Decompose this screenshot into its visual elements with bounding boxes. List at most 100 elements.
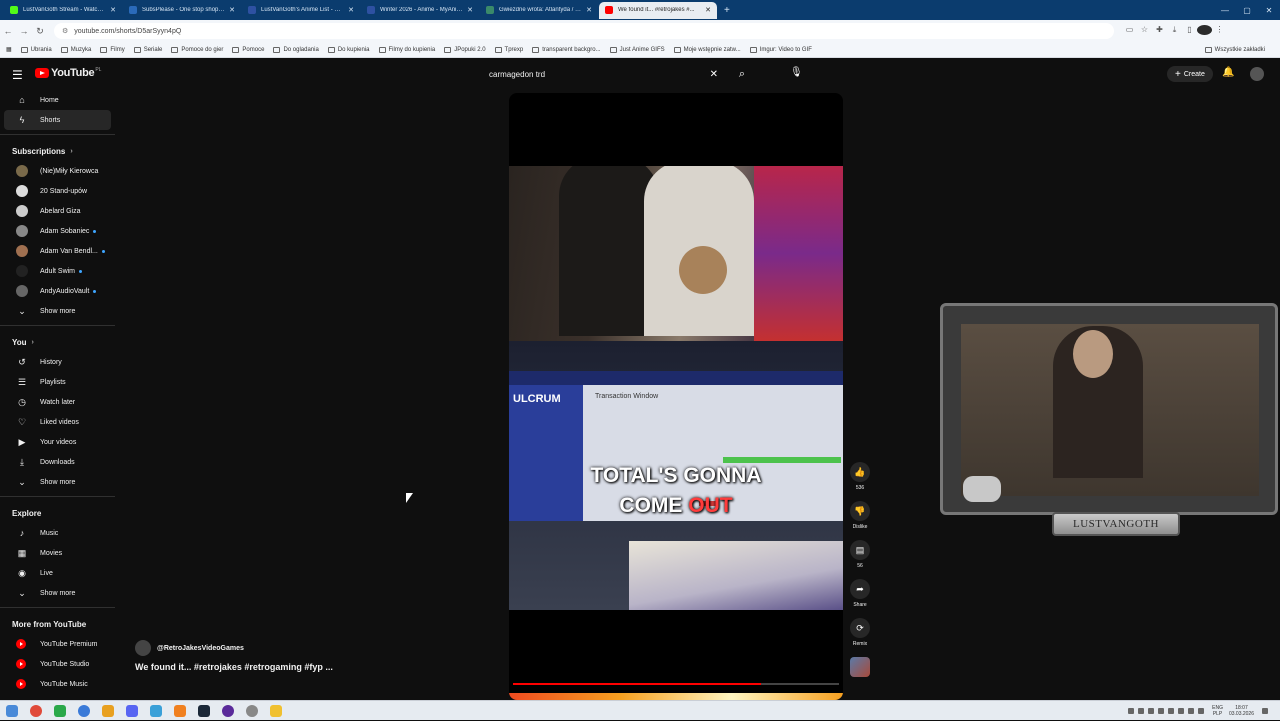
- explorer-taskbar-icon[interactable]: [270, 704, 282, 717]
- bookmark-item[interactable]: Pomoce do gier: [171, 46, 223, 53]
- sidebar-item-downloads[interactable]: ⤓ Downloads: [4, 452, 111, 472]
- language-indicator[interactable]: ENG PLP: [1212, 705, 1223, 717]
- channel-link[interactable]: @RetroJakesVideoGames: [135, 640, 333, 656]
- extensions-icon[interactable]: ✚: [1152, 25, 1167, 37]
- sidebar-item-movies[interactable]: ▦ Movies: [4, 543, 111, 563]
- sound-thumbnail[interactable]: [850, 657, 870, 677]
- sidebar-item-your-videos[interactable]: ▶ Your videos: [4, 432, 111, 452]
- search-icon[interactable]: ⌕: [730, 68, 754, 81]
- edge-taskbar-icon[interactable]: [78, 704, 90, 717]
- dislike-icon[interactable]: 👎: [850, 501, 870, 521]
- search-input[interactable]: carmagedon trd: [482, 70, 710, 79]
- tab-close-icon[interactable]: ✕: [586, 6, 592, 14]
- obs-taskbar-icon[interactable]: [222, 704, 234, 717]
- browser-tab[interactable]: SubsPlease - One stop shop fo... ✕: [123, 2, 241, 19]
- chrome-taskbar-icon[interactable]: [30, 704, 42, 717]
- channel-name[interactable]: @RetroJakesVideoGames: [157, 645, 244, 652]
- downloads-icon[interactable]: ⤓: [1167, 25, 1182, 37]
- sidebar-item-live[interactable]: ◉ Live: [4, 563, 111, 583]
- subscription-item[interactable]: Adam Sobaniec: [4, 221, 111, 241]
- url-field[interactable]: ⚙ youtube.com/shorts/D5arSyyn4pQ: [54, 23, 1114, 39]
- notification-center-icon[interactable]: [1262, 708, 1268, 714]
- browser-tab[interactable]: LustVanGoth Stream - Watch L... ✕: [4, 2, 122, 19]
- channel-avatar[interactable]: [135, 640, 151, 656]
- bookmark-item[interactable]: Muzyka: [60, 46, 91, 53]
- tray-icon[interactable]: [1138, 708, 1145, 714]
- browser-tab[interactable]: LustVanGoth's Anime List - My... ✕: [242, 2, 360, 19]
- bookmark-item[interactable]: Do ogladania: [273, 46, 319, 53]
- sidebar-item-music[interactable]: ♪ Music: [4, 523, 111, 543]
- shorts-player[interactable]: ULCRUM Transaction Window TOTAL'S GONNA …: [509, 93, 843, 700]
- bookmark-item[interactable]: Filmy do kupienia: [378, 46, 435, 53]
- app-taskbar-icon[interactable]: [54, 704, 66, 717]
- app2-taskbar-icon[interactable]: [102, 704, 114, 717]
- remix-icon[interactable]: ⟳: [850, 618, 870, 638]
- app3-taskbar-icon[interactable]: [150, 704, 162, 717]
- sidebar-item-youtube-product[interactable]: YouTube Music: [4, 674, 111, 694]
- sidebar-item-home[interactable]: ⌂ Home: [4, 90, 111, 110]
- clock[interactable]: 18:07 03.03.2026: [1229, 705, 1254, 717]
- start-icon[interactable]: [6, 704, 18, 717]
- show-more-explore[interactable]: ⌄ Show more: [4, 583, 111, 603]
- sidebar-item-watch-later[interactable]: ◷ Watch later: [4, 392, 111, 412]
- profile-avatar[interactable]: [1197, 25, 1212, 37]
- forward-icon[interactable]: →: [16, 26, 32, 36]
- notifications-bell-icon[interactable]: 🔔: [1222, 67, 1234, 78]
- like-icon[interactable]: 👍: [850, 462, 870, 482]
- bookmark-star-icon[interactable]: ☆: [1137, 25, 1152, 37]
- clear-search-icon[interactable]: ✕: [710, 69, 718, 80]
- subscription-item[interactable]: Abelard Giza: [4, 201, 111, 221]
- sidebar-item-youtube-product[interactable]: YouTube Studio: [4, 654, 111, 674]
- subscription-item[interactable]: Adult Swim: [4, 261, 111, 281]
- bookmark-item[interactable]: Moje wstępnie zatw...: [673, 46, 741, 53]
- video-progress-bar[interactable]: [513, 683, 839, 685]
- tab-close-icon[interactable]: ✕: [110, 6, 116, 14]
- subscription-item[interactable]: 20 Stand-upów: [4, 181, 111, 201]
- subscription-item[interactable]: Adam Van Bendl...: [4, 241, 111, 261]
- browser-menu-icon[interactable]: ⋮: [1212, 25, 1227, 37]
- bookmark-item[interactable]: JPopuki 2.0: [444, 46, 486, 53]
- tray-icon[interactable]: [1178, 708, 1185, 714]
- tray-icon[interactable]: [1168, 708, 1175, 714]
- vlc-taskbar-icon[interactable]: [174, 704, 186, 717]
- new-tab-button[interactable]: +: [724, 5, 730, 16]
- sidebar-item-shorts[interactable]: ϟ Shorts: [4, 110, 111, 130]
- apps-icon[interactable]: ▦: [6, 46, 12, 53]
- youtube-logo[interactable]: YouTube PL: [35, 67, 101, 79]
- bookmark-item[interactable]: transparent backgro...: [532, 46, 601, 53]
- search-box[interactable]: carmagedon trd ✕ ⌕: [482, 64, 754, 84]
- browser-tab[interactable]: We found it... #retrojakes #... ✕: [599, 1, 717, 19]
- bookmark-item[interactable]: Ubrania: [20, 46, 52, 53]
- subscription-item[interactable]: (Nie)Miły Kierowca: [4, 161, 111, 181]
- tab-close-icon[interactable]: ✕: [467, 6, 473, 14]
- subscription-item[interactable]: AndyAudioVault: [4, 281, 111, 301]
- create-button[interactable]: + Create: [1167, 66, 1213, 82]
- bookmark-item[interactable]: Pomoce: [232, 46, 264, 53]
- show-more-you[interactable]: ⌄ Show more: [4, 472, 111, 492]
- sidebar-item-history[interactable]: ↺ History: [4, 352, 111, 372]
- share-icon[interactable]: ➦: [850, 579, 870, 599]
- wifi-icon[interactable]: [1188, 708, 1195, 714]
- microphone-icon[interactable]: 🎙: [790, 67, 803, 78]
- tray-icon[interactable]: [1128, 708, 1135, 714]
- bookmark-item[interactable]: Filmy: [100, 46, 125, 53]
- discord-taskbar-icon[interactable]: [126, 704, 138, 717]
- bookmark-item[interactable]: Seriale: [133, 46, 162, 53]
- tab-close-icon[interactable]: ✕: [348, 6, 354, 14]
- sidebar-item-liked-videos[interactable]: ♡ Liked videos: [4, 412, 111, 432]
- reload-icon[interactable]: ↻: [32, 26, 48, 37]
- bookmark-item[interactable]: Just Anime GIFS: [609, 46, 665, 53]
- browser-tab[interactable]: Winter 2026 - Anime - MyAnim... ✕: [361, 2, 479, 19]
- short-title[interactable]: We found it... #retrojakes #retrogaming …: [135, 662, 333, 672]
- account-avatar[interactable]: [1250, 67, 1264, 81]
- close-window-icon[interactable]: ✕: [1258, 6, 1280, 15]
- app4-taskbar-icon[interactable]: [246, 704, 258, 717]
- all-bookmarks[interactable]: Wszystkie zakładki: [1204, 46, 1265, 53]
- tab-close-icon[interactable]: ✕: [705, 6, 711, 14]
- show-more-subscriptions[interactable]: ⌄ Show more: [4, 301, 111, 321]
- tray-icon[interactable]: [1148, 708, 1155, 714]
- menu-icon[interactable]: ☰: [12, 68, 23, 82]
- comment-icon[interactable]: ▤: [850, 540, 870, 560]
- bookmark-item[interactable]: Imgur: Video to GIF: [749, 46, 812, 53]
- minimize-icon[interactable]: —: [1214, 6, 1236, 15]
